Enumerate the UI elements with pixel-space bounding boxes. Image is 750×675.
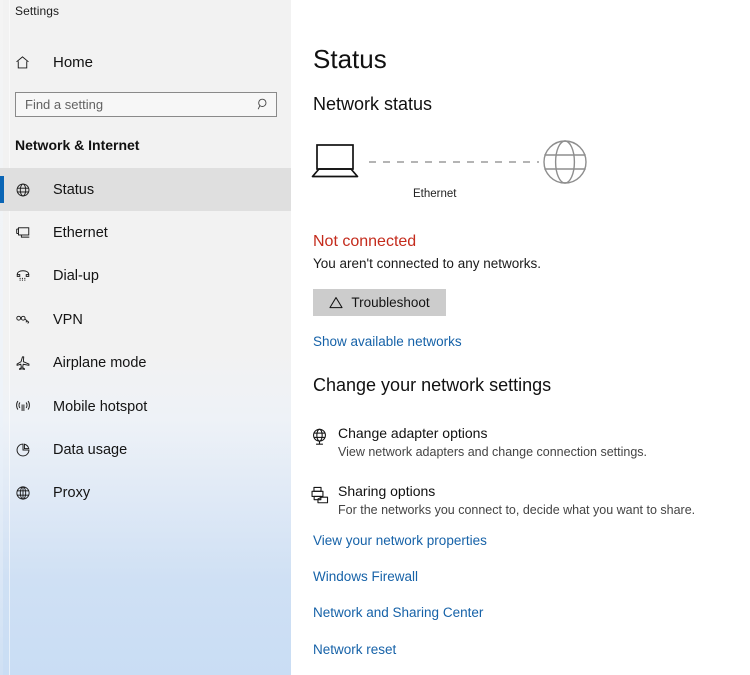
home-icon [14, 54, 36, 71]
sidebar-item-home-label: Home [53, 53, 94, 71]
network-adapter-icon [303, 425, 335, 448]
network-status-heading: Network status [313, 94, 433, 114]
sidebar-item-status[interactable]: Status [0, 168, 291, 212]
sidebar-item-airplane-mode[interactable]: Airplane mode [0, 342, 291, 385]
option-change-adapter-options[interactable]: Change adapter options View network adap… [303, 425, 743, 461]
option-title: Sharing options [338, 483, 436, 499]
sidebar-item-vpn[interactable]: VPN [0, 298, 291, 341]
windows-firewall-link[interactable]: Windows Firewall [313, 569, 418, 584]
sidebar-item-mobile-hotspot[interactable]: Mobile hotspot [0, 385, 291, 428]
sidebar: Settings Home Network & Internet [0, 0, 291, 675]
ethernet-icon [14, 224, 36, 242]
sidebar-item-home[interactable]: Home [0, 48, 291, 76]
selection-accent-bar [0, 176, 4, 203]
page-title: Status [313, 44, 387, 74]
connection-type-label: Ethernet [413, 188, 457, 200]
status-headline: Not connected [313, 233, 417, 250]
warning-triangle-icon [329, 296, 343, 309]
network-reset-link[interactable]: Network reset [313, 642, 396, 657]
option-description: View network adapters and change connect… [338, 445, 647, 459]
vpn-key-icon [14, 311, 36, 329]
search-icon[interactable] [250, 97, 276, 112]
search-box[interactable] [15, 92, 277, 117]
option-title: Change adapter options [338, 425, 488, 441]
laptop-icon [311, 144, 359, 178]
globe-icon [14, 484, 36, 502]
pie-chart-icon [14, 441, 36, 459]
sidebar-item-status-label: Status [53, 181, 95, 198]
sidebar-item-airplane-mode-label: Airplane mode [53, 355, 147, 372]
sharing-icon [303, 483, 335, 506]
settings-window: Settings Home Network & Internet [0, 0, 750, 675]
change-settings-heading: Change your network settings [313, 375, 552, 395]
sidebar-item-dial-up[interactable]: Dial-up [0, 255, 291, 298]
sidebar-item-data-usage[interactable]: Data usage [0, 428, 291, 471]
show-available-networks-link[interactable]: Show available networks [313, 334, 462, 349]
sidebar-item-vpn-label: VPN [53, 311, 83, 328]
globe-status-icon [14, 181, 36, 199]
network-sharing-center-link[interactable]: Network and Sharing Center [313, 605, 483, 620]
sidebar-item-dial-up-label: Dial-up [53, 268, 99, 285]
search-input[interactable] [16, 93, 250, 116]
airplane-icon [14, 354, 36, 372]
dialup-phone-icon [14, 267, 36, 285]
sidebar-item-proxy[interactable]: Proxy [0, 472, 291, 515]
sidebar-item-proxy-label: Proxy [53, 485, 91, 502]
network-diagram: Ethernet [303, 136, 603, 200]
status-description: You aren't connected to any networks. [313, 256, 541, 271]
sidebar-item-ethernet[interactable]: Ethernet [0, 211, 291, 254]
option-sharing-options[interactable]: Sharing options For the networks you con… [303, 483, 743, 519]
troubleshoot-button-label: Troubleshoot [351, 295, 430, 310]
hotspot-icon [14, 398, 36, 416]
option-description: For the networks you connect to, decide … [338, 503, 696, 517]
content-area: Status Network status Ethernet Not conne… [291, 0, 750, 675]
sidebar-item-mobile-hotspot-label: Mobile hotspot [53, 398, 148, 415]
sidebar-item-ethernet-label: Ethernet [53, 225, 108, 242]
sidebar-category-title: Network & Internet [15, 137, 140, 153]
sidebar-item-data-usage-label: Data usage [53, 442, 128, 459]
view-network-properties-link[interactable]: View your network properties [313, 533, 487, 548]
app-title: Settings [15, 4, 60, 18]
troubleshoot-button[interactable]: Troubleshoot [313, 289, 446, 316]
sidebar-nav-list: Status Ethernet Dial-up VPN Airplane mod… [0, 168, 291, 515]
